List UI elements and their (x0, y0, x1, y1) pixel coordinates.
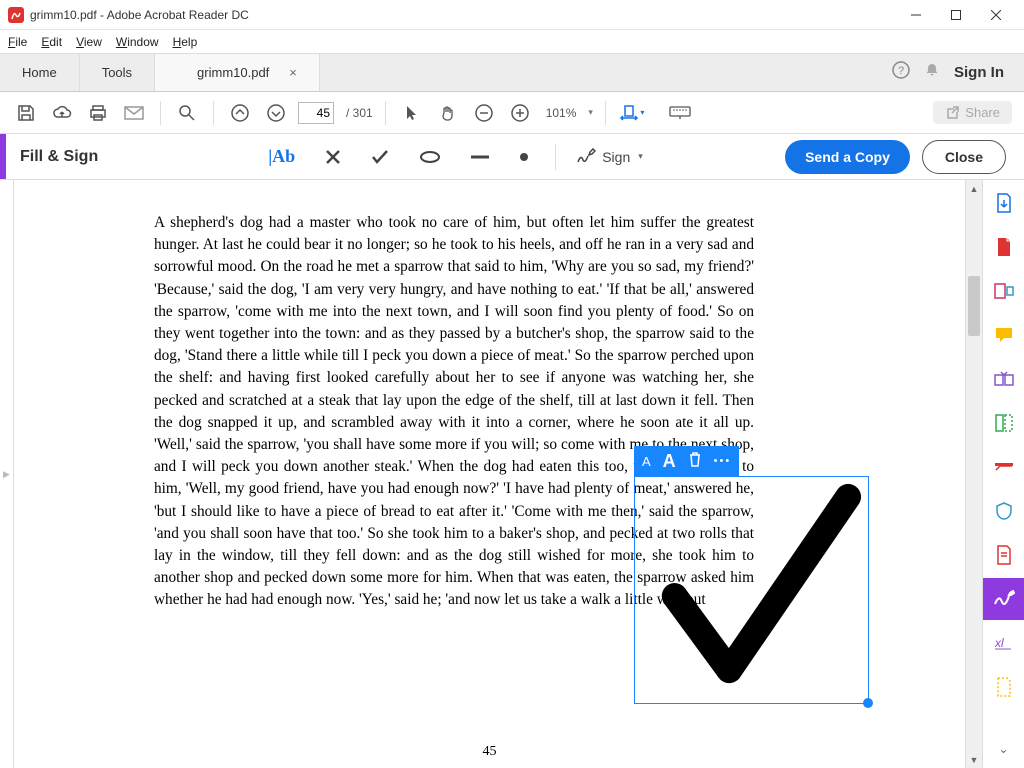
stamp-icon[interactable] (993, 676, 1015, 698)
protect-icon[interactable] (993, 500, 1015, 522)
zoom-find-icon[interactable] (173, 99, 201, 127)
signature-icon (576, 148, 596, 166)
text-larger-button[interactable]: A (663, 451, 676, 472)
checkmark-annotation[interactable] (634, 476, 869, 704)
cloud-upload-icon[interactable] (48, 99, 76, 127)
dot-tool[interactable] (519, 152, 529, 162)
svg-text:xl: xl (995, 636, 1004, 650)
menu-edit[interactable]: Edit (41, 35, 62, 49)
zoom-level[interactable]: 101% (546, 106, 577, 120)
scroll-up-icon[interactable]: ▲ (966, 180, 982, 197)
document-viewport[interactable]: A shepherd's dog had a master who took n… (14, 180, 965, 768)
close-window-button[interactable] (976, 0, 1016, 30)
sign-in-button[interactable]: Sign In (954, 64, 1004, 81)
maximize-button[interactable] (936, 0, 976, 30)
sign-tool[interactable]: Sign ▾ (576, 148, 643, 166)
close-button[interactable]: Close (922, 140, 1006, 174)
save-icon[interactable] (12, 99, 40, 127)
create-pdf-icon[interactable] (993, 236, 1015, 258)
keyboard-icon[interactable] (666, 99, 694, 127)
tab-tools-label: Tools (102, 65, 132, 80)
acrobat-icon (8, 7, 24, 23)
tab-close-icon[interactable]: × (289, 65, 297, 80)
cross-tool[interactable] (325, 149, 341, 165)
zoom-dropdown-icon[interactable]: ▾ (588, 107, 593, 118)
checkmark-tool[interactable] (371, 149, 389, 165)
tab-home-label: Home (22, 65, 57, 80)
scroll-down-icon[interactable]: ▼ (966, 751, 982, 768)
tab-tools[interactable]: Tools (80, 54, 155, 91)
fill-sign-toolbar: Fill & Sign |Ab Sign ▾ Send a Copy Close (0, 134, 1024, 180)
comment-icon[interactable] (993, 324, 1015, 346)
bell-icon[interactable] (924, 62, 940, 83)
more-tools-icon[interactable]: xl (993, 632, 1015, 654)
main-toolbar: / 301 101% ▾ ▾ Share (0, 92, 1024, 134)
menu-help[interactable]: Help (173, 35, 198, 49)
share-button[interactable]: Share (933, 101, 1012, 124)
tab-bar: Home Tools grimm10.pdf × ? Sign In (0, 54, 1024, 92)
fit-width-icon[interactable]: ▾ (618, 99, 646, 127)
print-icon[interactable] (84, 99, 112, 127)
svg-text:?: ? (898, 65, 904, 77)
fill-sign-panel-icon[interactable] (983, 578, 1024, 620)
mail-icon[interactable] (120, 99, 148, 127)
share-label: Share (965, 105, 1000, 120)
redact-icon[interactable] (993, 456, 1015, 478)
menu-window[interactable]: Window (116, 35, 159, 49)
fill-sign-accent (0, 134, 6, 179)
tab-document-label: grimm10.pdf (197, 65, 269, 80)
pointer-icon[interactable] (398, 99, 426, 127)
share-icon (945, 106, 959, 120)
delete-annotation-icon[interactable] (688, 451, 702, 472)
main-area: ▶ A shepherd's dog had a master who took… (0, 180, 1024, 768)
right-tools-panel: xl ⌄ (982, 180, 1024, 768)
sign-label: Sign (602, 149, 630, 165)
line-tool[interactable] (471, 155, 489, 159)
tab-document[interactable]: grimm10.pdf × (155, 54, 320, 91)
combine-files-icon[interactable] (993, 368, 1015, 390)
fill-sign-title: Fill & Sign (20, 148, 98, 166)
send-copy-button[interactable]: Send a Copy (785, 140, 910, 174)
page-total-label: / 301 (346, 106, 373, 120)
help-icon[interactable]: ? (892, 61, 910, 84)
organize-pages-icon[interactable] (993, 412, 1015, 434)
edit-pdf-icon[interactable] (993, 280, 1015, 302)
minimize-button[interactable] (896, 0, 936, 30)
page-number-footer: 45 (14, 744, 965, 760)
menu-view[interactable]: View (76, 35, 102, 49)
export-pdf-icon[interactable] (993, 192, 1015, 214)
compress-icon[interactable] (993, 544, 1015, 566)
page-down-icon[interactable] (262, 99, 290, 127)
zoom-out-icon[interactable] (470, 99, 498, 127)
vertical-scrollbar[interactable]: ▲ ▼ (965, 180, 982, 768)
zoom-in-icon[interactable] (506, 99, 534, 127)
scroll-thumb[interactable] (968, 276, 980, 336)
title-bar: grimm10.pdf - Adobe Acrobat Reader DC (0, 0, 1024, 30)
chevron-down-icon[interactable]: ⌄ (993, 738, 1015, 760)
text-tool[interactable]: |Ab (268, 146, 295, 167)
left-panel-expander[interactable]: ▶ (0, 180, 14, 768)
menu-file[interactable]: File (8, 35, 27, 49)
oval-tool[interactable] (419, 150, 441, 164)
menu-bar: File Edit View Window Help (0, 30, 1024, 54)
page-number-input[interactable] (298, 102, 334, 124)
more-options-icon[interactable]: ••• (714, 455, 732, 467)
hand-icon[interactable] (434, 99, 462, 127)
text-smaller-button[interactable]: A (642, 454, 651, 469)
window-title: grimm10.pdf - Adobe Acrobat Reader DC (30, 8, 249, 22)
resize-handle[interactable] (863, 698, 873, 708)
annotation-toolbar: A A ••• (634, 446, 739, 476)
page-up-icon[interactable] (226, 99, 254, 127)
tab-home[interactable]: Home (0, 54, 80, 91)
checkmark-icon (635, 477, 868, 703)
